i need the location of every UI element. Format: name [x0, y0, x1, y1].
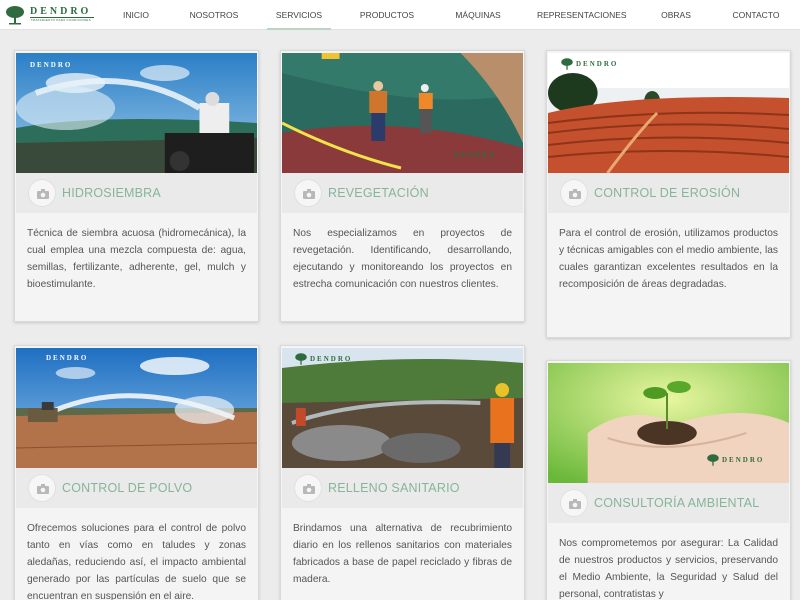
card-title[interactable]: REVEGETACIÓN	[328, 186, 429, 200]
nav-nosotros[interactable]: NOSOTROS	[186, 0, 242, 30]
camera-icon[interactable]	[294, 474, 322, 502]
nav-representaciones[interactable]: REPRESENTACIONES	[537, 0, 627, 30]
card-description: Para el control de erosión, utilizamos p…	[559, 228, 778, 290]
image-watermark: DENDRO	[576, 60, 619, 68]
image-watermark: DENDRO	[722, 456, 765, 464]
tree-logo-icon	[6, 6, 24, 25]
service-card-control-polvo[interactable]: DENDRO CONTROL DE POLVO Ofrecemos soluci…	[14, 345, 259, 600]
consultoria-ambiental-image: DENDRO	[548, 363, 789, 483]
nav-productos[interactable]: PRODUCTOS	[358, 0, 416, 30]
image-watermark: DENDRO	[30, 61, 73, 69]
camera-icon[interactable]	[28, 179, 56, 207]
image-watermark: DENDRO	[46, 354, 89, 362]
card-header: CONTROL DE POLVO	[16, 468, 257, 508]
nav-servicios[interactable]: SERVICIOS	[267, 0, 331, 30]
nav-contacto[interactable]: CONTACTO	[728, 0, 784, 30]
card-header: REVEGETACIÓN	[282, 173, 523, 213]
revegetacion-image: DENDRO	[282, 53, 523, 173]
card-header: CONTROL DE EROSIÓN	[548, 173, 789, 213]
card-description: Nos especializamos en proyectos de reveg…	[293, 228, 512, 290]
service-card-hidrosiembra[interactable]: DENDRO HIDROSIEMBRA Técnica de siembra a…	[14, 50, 259, 322]
card-title[interactable]: RELLENO SANITARIO	[328, 481, 460, 495]
card-title[interactable]: CONTROL DE POLVO	[62, 481, 192, 495]
control-polvo-image: DENDRO	[16, 348, 257, 468]
nav-obras[interactable]: OBRAS	[656, 0, 696, 30]
top-navbar: DENDRO TRATAMIENTO PARA CONDICIONES INIC…	[0, 0, 800, 30]
tree-logo-icon	[707, 454, 719, 466]
relleno-sanitario-image: DENDRO	[282, 348, 523, 468]
service-card-relleno-sanitario[interactable]: DENDRO RELLENO SANITARIO Brindamos una a…	[280, 345, 525, 600]
brand-name: DENDRO	[30, 6, 92, 17]
card-description: Ofrecemos soluciones para el control de …	[27, 523, 246, 600]
camera-icon[interactable]	[560, 489, 588, 517]
tree-logo-icon	[561, 58, 573, 70]
brand-tagline: TRATAMIENTO PARA CONDICIONES	[31, 18, 92, 22]
service-card-consultoria-ambiental[interactable]: DENDRO CONSULTORÍA AMBIENTAL Nos comprom…	[546, 360, 791, 600]
camera-icon[interactable]	[28, 474, 56, 502]
card-title[interactable]: CONSULTORÍA AMBIENTAL	[594, 496, 759, 510]
control-erosion-image: DENDRO	[548, 53, 789, 173]
card-description: Técnica de siembra acuosa (hidromecánica…	[27, 228, 246, 290]
card-title[interactable]: HIDROSIEMBRA	[62, 186, 161, 200]
camera-icon[interactable]	[294, 179, 322, 207]
service-card-revegetacion[interactable]: DENDRO REVEGETACIÓN Nos especializamos e…	[280, 50, 525, 322]
card-description: Brindamos una alternativa de recubrimien…	[293, 523, 512, 585]
dendro-logo[interactable]: DENDRO TRATAMIENTO PARA CONDICIONES	[4, 4, 96, 26]
card-header: HIDROSIEMBRA	[16, 173, 257, 213]
hidrosiembra-image: DENDRO	[16, 53, 257, 173]
nav-maquinas[interactable]: MÁQUINAS	[450, 0, 506, 30]
service-card-control-erosion[interactable]: DENDRO CONTROL DE EROSIÓN Para el contro…	[546, 50, 791, 338]
camera-icon[interactable]	[560, 179, 588, 207]
image-watermark: DENDRO	[310, 355, 353, 363]
card-description: Nos comprometemos por asegurar: La Calid…	[559, 538, 778, 600]
card-header: CONSULTORÍA AMBIENTAL	[548, 483, 789, 523]
image-watermark: DENDRO	[454, 151, 497, 159]
nav-inicio[interactable]: INICIO	[116, 0, 156, 30]
card-title[interactable]: CONTROL DE EROSIÓN	[594, 186, 740, 200]
card-header: RELLENO SANITARIO	[282, 468, 523, 508]
tree-logo-icon	[295, 353, 307, 365]
